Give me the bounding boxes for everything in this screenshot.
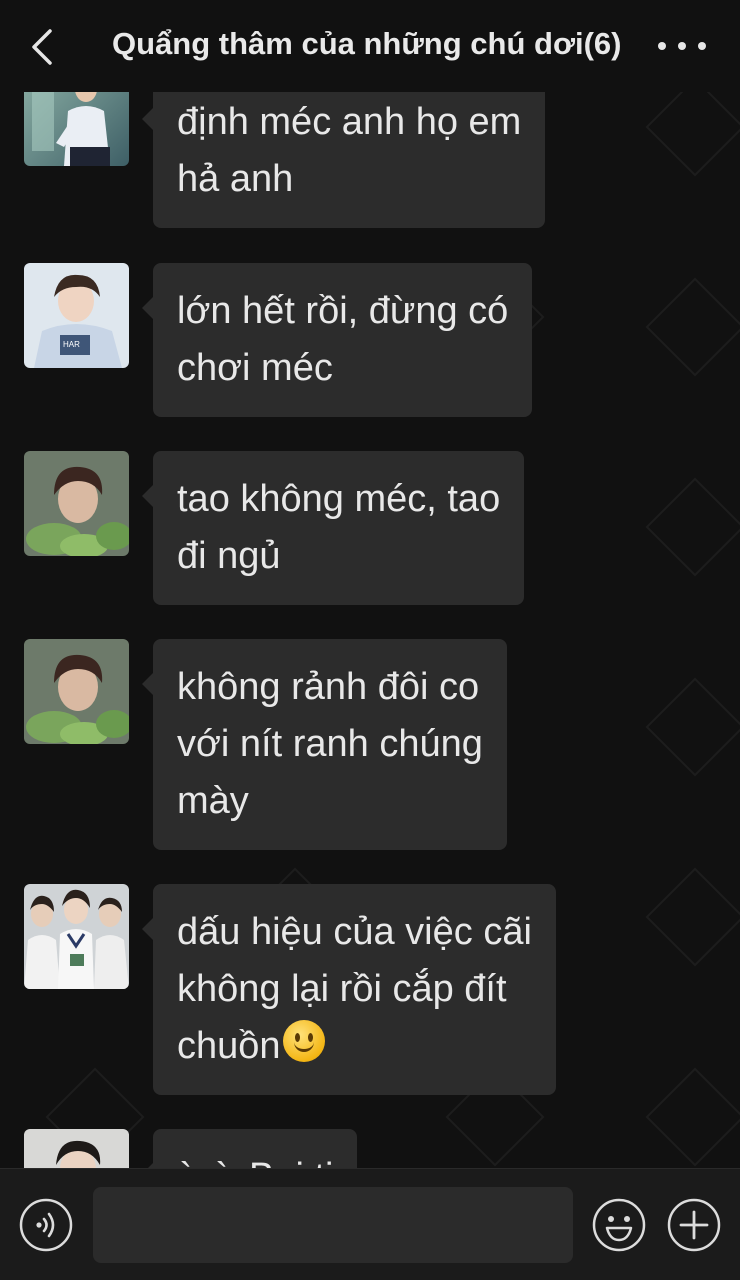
message-input[interactable]: [93, 1187, 573, 1263]
avatar[interactable]: [24, 639, 129, 744]
voice-input-button[interactable]: [19, 1198, 73, 1252]
message-bubble[interactable]: ừ ừ Bai ti: [141, 1129, 358, 1168]
message-bubble[interactable]: dấu hiệu của việc cãi không lại rồi cắp …: [142, 884, 556, 1095]
avatar[interactable]: HAR: [24, 263, 129, 368]
watermark-icon: [645, 867, 740, 967]
plus-icon: [667, 1198, 721, 1252]
avatar[interactable]: [24, 92, 129, 166]
more-options-button[interactable]: [658, 30, 706, 62]
message-bubble[interactable]: tao không méc, tao đi ngủ: [141, 451, 525, 605]
back-button[interactable]: [22, 22, 62, 72]
message-bubble[interactable]: không rảnh đôi co với nít ranh chúng mày: [142, 639, 507, 850]
chat-header: Quẩng thâm của những chú dơi(6): [0, 0, 740, 92]
message-text-line: lớn hết rồi, đừng có: [177, 290, 509, 332]
smiley-icon: [592, 1198, 646, 1252]
watermark-icon: [645, 477, 740, 577]
message-text-line: không rảnh đôi co: [177, 666, 480, 708]
voice-icon: [19, 1198, 73, 1252]
message-bubble[interactable]: lớn hết rồi, đừng có chơi méc: [141, 263, 533, 417]
message-text-line: dấu hiệu của việc cãi: [177, 911, 532, 953]
message-text-line: mày: [177, 780, 249, 822]
message-text-line: hả anh: [177, 158, 294, 200]
more-dot-icon: [678, 42, 686, 50]
more-actions-button[interactable]: [667, 1198, 721, 1252]
message-text-line: không lại rồi cắp đít: [177, 968, 507, 1010]
message-text-line: đi ngủ: [177, 535, 281, 577]
watermark-icon: [645, 92, 740, 177]
watermark-icon: [645, 277, 740, 377]
emoji-button[interactable]: [592, 1198, 646, 1252]
slightly-smiling-face-icon: [282, 1020, 325, 1062]
watermark-icon: [645, 677, 740, 777]
message-text-line: với nít ranh chúng: [177, 723, 483, 765]
message-text-line: tao không méc, tao: [177, 478, 501, 520]
avatar[interactable]: [24, 451, 129, 556]
avatar[interactable]: [24, 1129, 129, 1168]
message-text-line: ừ ừ Bai ti: [177, 1149, 333, 1168]
more-dot-icon: [658, 42, 666, 50]
composer-bar: [0, 1168, 740, 1280]
avatar[interactable]: [24, 884, 129, 989]
message-text-line: chơi méc: [177, 347, 333, 389]
message-text-line: chuồn: [177, 1018, 532, 1075]
more-dot-icon: [698, 42, 706, 50]
message-list[interactable]: định méc anh họ em hả anh HAR lớn hết rồ…: [0, 92, 740, 1168]
message-text-line: định méc anh họ em: [177, 101, 522, 143]
chevron-left-icon: [32, 29, 52, 65]
svg-text:HAR: HAR: [63, 340, 80, 349]
chat-title: Quẩng thâm của những chú dơi(6): [112, 26, 622, 61]
message-text-fragment: chuồn: [177, 1025, 281, 1067]
watermark-icon: [645, 1067, 740, 1167]
message-bubble[interactable]: định méc anh họ em hả anh: [141, 92, 546, 228]
